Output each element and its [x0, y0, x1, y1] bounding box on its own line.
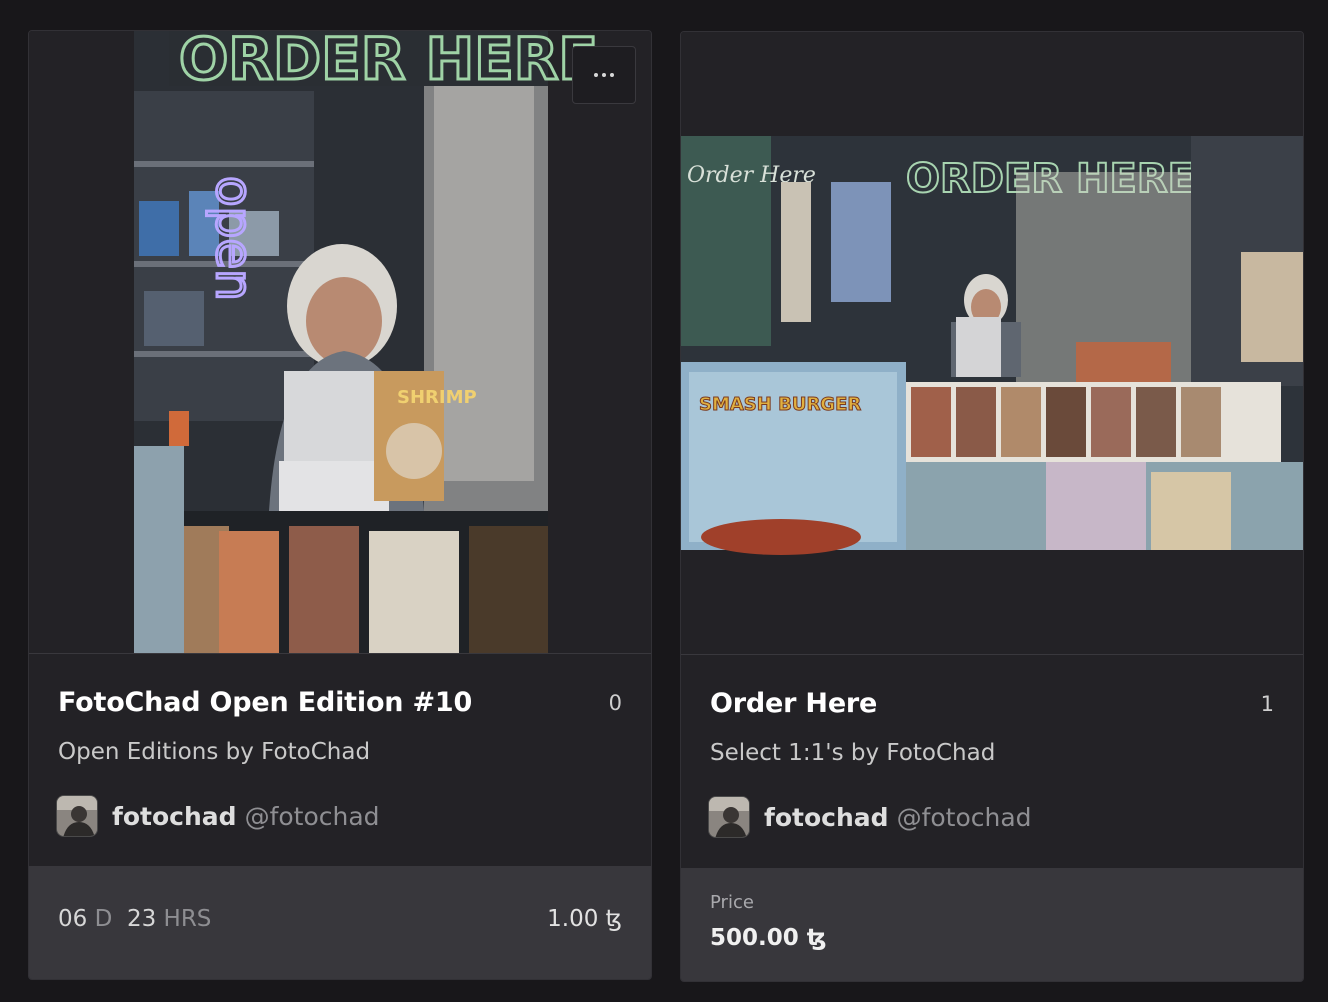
artwork-neon-text: open — [205, 176, 263, 301]
artwork-smash-text: SMASH BURGER — [699, 394, 861, 415]
artwork-title[interactable]: Order Here — [710, 688, 877, 719]
more-horizontal-icon — [594, 73, 614, 77]
timer-days-unit: D — [94, 906, 113, 932]
price-label: Price — [710, 892, 754, 913]
timer-hours-unit: HRS — [163, 906, 212, 932]
artwork-image[interactable]: Order Here ORDER HERE SMASH BURGER — [681, 32, 1303, 655]
creator-row[interactable]: fotochad @fotochad — [56, 795, 380, 837]
avatar — [708, 796, 750, 838]
collection-link[interactable]: Open Editions by FotoChad — [58, 739, 370, 765]
artwork-title[interactable]: FotoChad Open Edition #10 — [58, 687, 472, 718]
artwork-shrimp-text: SHRIMP — [397, 387, 477, 408]
timer-days: 06 — [58, 906, 88, 932]
edition-count: 0 — [608, 691, 622, 715]
card-info: Order Here 1 Select 1:1's by FotoChad fo… — [681, 654, 1303, 869]
artwork-sign-text: ORDER HERE — [179, 31, 598, 93]
creator-handle[interactable]: @fotochad — [245, 802, 380, 831]
more-options-button[interactable] — [572, 46, 636, 104]
avatar — [56, 795, 98, 837]
collection-link[interactable]: Select 1:1's by FotoChad — [710, 740, 995, 766]
creator-name[interactable]: fotochad — [112, 802, 237, 831]
card-footer: Price 500.00 ꜩ — [681, 868, 1303, 981]
nft-card[interactable]: Order Here ORDER HERE SMASH BURGER Order… — [680, 31, 1304, 982]
countdown-timer: 06 D 23 HRS — [58, 906, 211, 932]
nft-card[interactable]: ORDER HERE open SHRIMP FotoChad Open Edi… — [28, 30, 652, 980]
creator-name[interactable]: fotochad — [764, 803, 889, 832]
creator-handle[interactable]: @fotochad — [897, 803, 1032, 832]
artwork-image[interactable]: ORDER HERE open SHRIMP — [29, 31, 651, 654]
timer-hours: 23 — [126, 906, 157, 932]
edition-price: 1.00 ꜩ — [547, 906, 622, 932]
creator-row[interactable]: fotochad @fotochad — [708, 796, 1032, 838]
price-value: 500.00 ꜩ — [710, 925, 827, 951]
edition-count: 1 — [1260, 692, 1274, 716]
card-info: FotoChad Open Edition #10 0 Open Edition… — [29, 653, 651, 868]
card-footer: 06 D 23 HRS 1.00 ꜩ — [29, 866, 651, 979]
